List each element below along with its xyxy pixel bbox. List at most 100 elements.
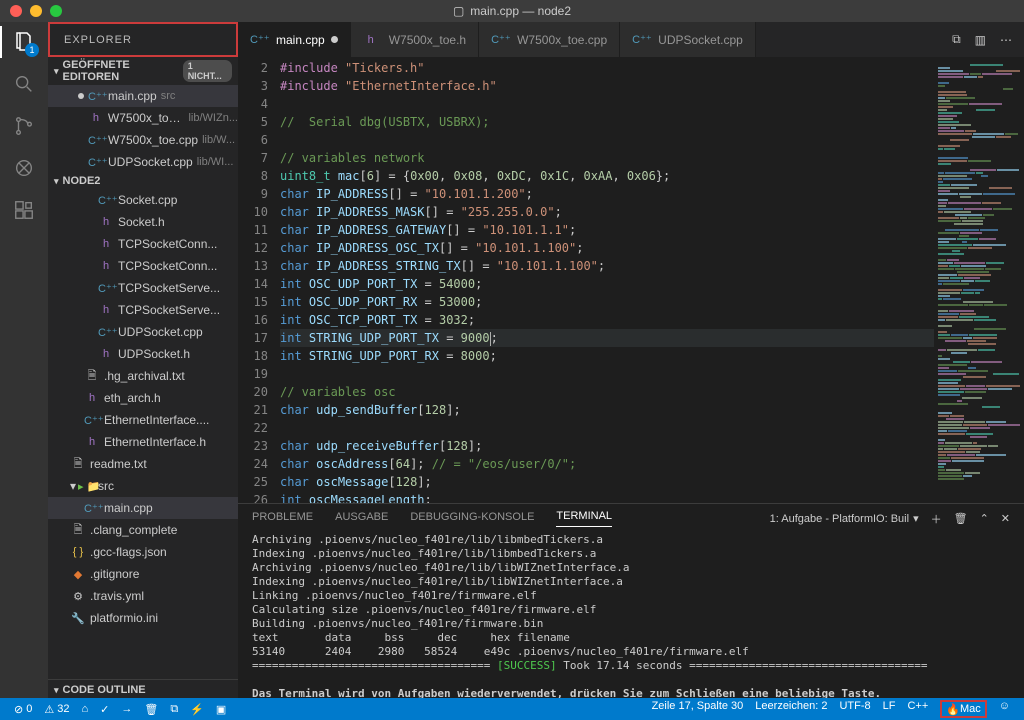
editor-tab[interactable]: hW7500x_toe.h — [351, 22, 479, 57]
code-editor[interactable]: #include "Tickers.h"#include "EthernetIn… — [280, 57, 934, 503]
open-editors-heading[interactable]: ▾ GEÖFFNETE EDITOREN 1 NICHT... — [48, 57, 238, 85]
tree-item[interactable]: 🗎.hg_archival.txt — [48, 365, 238, 387]
editor-tab[interactable]: C⁺⁺main.cpp — [238, 22, 351, 57]
minimize-window-button[interactable] — [30, 5, 42, 17]
chevron-up-icon[interactable]: ⌃ — [980, 512, 989, 525]
open-editor-item[interactable]: C⁺⁺UDPSocket.cpplib/WI... — [48, 151, 238, 173]
language-mode[interactable]: C++ — [901, 700, 934, 712]
file-icon: C⁺⁺ — [88, 134, 104, 147]
encoding[interactable]: UTF-8 — [833, 700, 876, 712]
tree-item[interactable]: hUDPSocket.h — [48, 343, 238, 365]
tab-terminal[interactable]: TERMINAL — [556, 510, 612, 527]
workspace-heading[interactable]: ▾ NODE2 — [48, 173, 238, 189]
editor-tab[interactable]: C⁺⁺UDPSocket.cpp — [620, 22, 756, 57]
indentation[interactable]: Leerzeichen: 2 — [749, 700, 833, 712]
explorer-icon[interactable]: 1 — [12, 30, 36, 54]
tree-item[interactable]: hTCPSocketConn... — [48, 255, 238, 277]
tree-item[interactable]: C⁺⁺main.cpp — [48, 497, 238, 519]
tree-item[interactable]: C⁺⁺UDPSocket.cpp — [48, 321, 238, 343]
cursor-position[interactable]: Zeile 17, Spalte 30 — [646, 700, 750, 712]
source-control-icon[interactable] — [12, 114, 36, 138]
window-title: ▢ main.cpp — node2 — [453, 4, 571, 18]
code-outline-heading[interactable]: ▾ CODE OUTLINE — [48, 679, 238, 698]
tree-item[interactable]: hSocket.h — [48, 211, 238, 233]
home-icon[interactable]: ⌂ — [75, 698, 94, 720]
file-icon: ▸ 📁 — [78, 480, 94, 493]
file-icon: ◆ — [70, 568, 86, 581]
chevron-down-icon: ▾ — [54, 685, 59, 696]
chevron-down-icon: ▾ — [54, 176, 59, 187]
compare-icon[interactable]: ⧉ — [952, 32, 961, 47]
activity-bar: 1 — [0, 22, 48, 698]
close-icon[interactable]: ✕ — [1001, 512, 1010, 525]
file-icon: 🗎 — [70, 455, 86, 474]
trash-icon[interactable]: 🗑 — [954, 512, 968, 525]
file-icon: C⁺⁺ — [88, 90, 104, 103]
file-icon: C⁺⁺ — [88, 156, 104, 169]
file-icon: h — [98, 216, 114, 228]
window-controls — [0, 5, 62, 17]
close-window-button[interactable] — [10, 5, 22, 17]
debug-icon[interactable] — [12, 156, 36, 180]
tab-problems[interactable]: PROBLEME — [252, 511, 313, 527]
tree-item[interactable]: 🗎.clang_complete — [48, 519, 238, 541]
file-icon: C⁺⁺ — [84, 502, 100, 515]
upload-icon[interactable]: → — [115, 698, 138, 720]
file-icon: C⁺⁺ — [98, 282, 114, 295]
tree-item[interactable]: C⁺⁺TCPSocketServe... — [48, 277, 238, 299]
editor-tab[interactable]: C⁺⁺W7500x_toe.cpp — [479, 22, 620, 57]
file-icon: h — [98, 260, 114, 272]
tab-output[interactable]: AUSGABE — [335, 511, 388, 527]
errors-button[interactable]: ⊘0 — [8, 698, 38, 720]
tree-item[interactable]: hTCPSocketConn... — [48, 233, 238, 255]
file-icon: C⁺⁺ — [632, 33, 648, 46]
open-editor-item[interactable]: C⁺⁺main.cppsrc — [48, 85, 238, 107]
platform-indicator[interactable]: 🔥Mac — [934, 700, 992, 718]
file-icon: 🗎 — [70, 521, 86, 540]
warnings-button[interactable]: ⚠32 — [38, 698, 75, 720]
tree-item[interactable]: hEthernetInterface.h — [48, 431, 238, 453]
file-icon: h — [84, 436, 100, 448]
minimap[interactable] — [934, 57, 1024, 503]
modified-icon — [331, 36, 338, 43]
chevron-down-icon: ▾ — [913, 512, 919, 525]
tree-item[interactable]: ◆.gitignore — [48, 563, 238, 585]
open-editor-item[interactable]: hW7500x_toe.hlib/WIZn... — [48, 107, 238, 129]
tree-item[interactable]: heth_arch.h — [48, 387, 238, 409]
search-icon[interactable] — [12, 72, 36, 96]
file-icon: h — [88, 112, 104, 124]
explorer-badge: 1 — [25, 43, 39, 57]
serial-icon[interactable]: ⚡ — [184, 698, 210, 720]
terminal-selector[interactable]: 1: Aufgabe - PlatformIO: Buil▾ — [770, 512, 919, 525]
status-bar: ⊘0 ⚠32 ⌂ ✓ → 🗑 ⧉ ⚡ ▣ Zeile 17, Spalte 30… — [0, 698, 1024, 720]
tree-item[interactable]: 🗎readme.txt — [48, 453, 238, 475]
clean-icon[interactable]: 🗑 — [138, 698, 164, 720]
tree-item[interactable]: C⁺⁺Socket.cpp — [48, 189, 238, 211]
split-icon[interactable]: ▥ — [975, 33, 986, 47]
chevron-down-icon: ▾ — [70, 479, 76, 493]
open-editor-item[interactable]: C⁺⁺W7500x_toe.cpplib/W... — [48, 129, 238, 151]
tree-item[interactable]: hTCPSocketServe... — [48, 299, 238, 321]
terminal-output[interactable]: Archiving .pioenvs/nucleo_f401re/lib/lib… — [238, 527, 1024, 698]
extensions-icon[interactable] — [12, 198, 36, 222]
file-icon: C⁺⁺ — [84, 414, 100, 427]
tree-item[interactable]: ▾▸ 📁src — [48, 475, 238, 497]
file-icon: ▢ — [453, 4, 464, 18]
file-icon: C⁺⁺ — [491, 33, 507, 46]
tree-item[interactable]: ⚙.travis.yml — [48, 585, 238, 607]
maximize-window-button[interactable] — [50, 5, 62, 17]
open-editors-list: C⁺⁺main.cppsrchW7500x_toe.hlib/WIZn...C⁺… — [48, 85, 238, 173]
warning-icon: ⚠ — [44, 703, 54, 716]
tree-item[interactable]: 🔧platformio.ini — [48, 607, 238, 629]
build-icon[interactable]: ✓ — [94, 698, 115, 720]
tree-item[interactable]: { }.gcc-flags.json — [48, 541, 238, 563]
file-icon: h — [363, 34, 379, 46]
feedback-icon[interactable]: ☺ — [993, 700, 1016, 712]
tab-debug-console[interactable]: DEBUGGING-KONSOLE — [410, 511, 534, 527]
more-icon[interactable]: ⋯ — [1000, 33, 1012, 47]
test-icon[interactable]: ⧉ — [164, 698, 184, 720]
eol[interactable]: LF — [877, 700, 902, 712]
new-terminal-icon[interactable]: ＋ — [931, 511, 942, 527]
terminal-icon[interactable]: ▣ — [210, 698, 232, 720]
tree-item[interactable]: C⁺⁺EthernetInterface.... — [48, 409, 238, 431]
